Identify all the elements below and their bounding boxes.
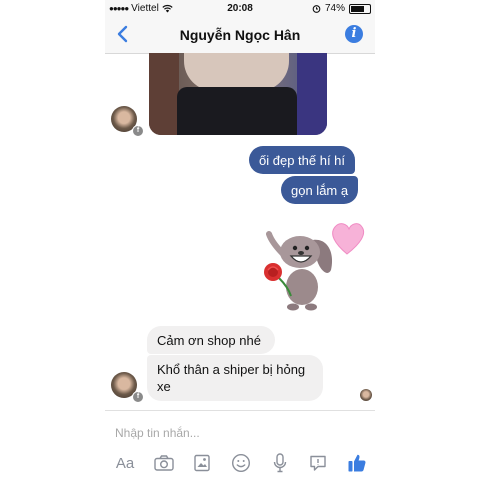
sent-message[interactable]: ối đẹp thế hí hí [249,146,356,174]
photo-background-left [149,53,179,135]
thumbs-up-icon[interactable] [345,451,369,475]
conversation-header: Nguyễn Ngọc Hân i [105,17,375,54]
gallery-icon[interactable] [190,451,214,475]
photo-skirt [177,87,297,135]
dog-body [286,269,318,305]
message-input[interactable] [113,423,357,443]
composer-toolbar: Aa [105,449,375,477]
info-icon[interactable]: i [345,25,363,43]
message-composer: Aa [105,410,375,480]
photo-top-garment [184,53,289,91]
facebook-badge-icon: f [132,391,144,403]
received-message[interactable]: Cảm ơn shop nhé [147,326,275,354]
received-message[interactable]: Khổ thân a shiper bị hỏng xe [147,355,323,401]
sent-message[interactable]: gọn lắm ạ [281,176,359,204]
battery-fill [351,5,365,12]
photo-background-right [297,53,327,135]
shared-photo[interactable] [149,53,327,135]
camera-icon[interactable] [152,451,176,475]
battery-info: 74% [312,3,371,14]
seen-indicator-avatar [360,389,372,401]
facebook-badge-icon: f [132,125,144,137]
alarm-icon [312,5,321,13]
dog-with-rose-sticker[interactable] [255,212,365,314]
contact-name[interactable]: Nguyễn Ngọc Hân [105,27,375,43]
status-bar: ●●●●● Viettel 20:08 74% [105,0,375,17]
messenger-screen: ●●●●● Viettel 20:08 74% Nguyễn Ngọc Hân [105,0,375,480]
heart-shape [332,223,365,255]
chat-heads-icon[interactable] [306,451,330,475]
text-format-button[interactable]: Aa [113,451,137,475]
battery-percent: 74% [324,3,345,14]
sticker-icon[interactable] [229,451,253,475]
microphone-icon[interactable] [268,451,292,475]
battery-icon [349,3,371,14]
